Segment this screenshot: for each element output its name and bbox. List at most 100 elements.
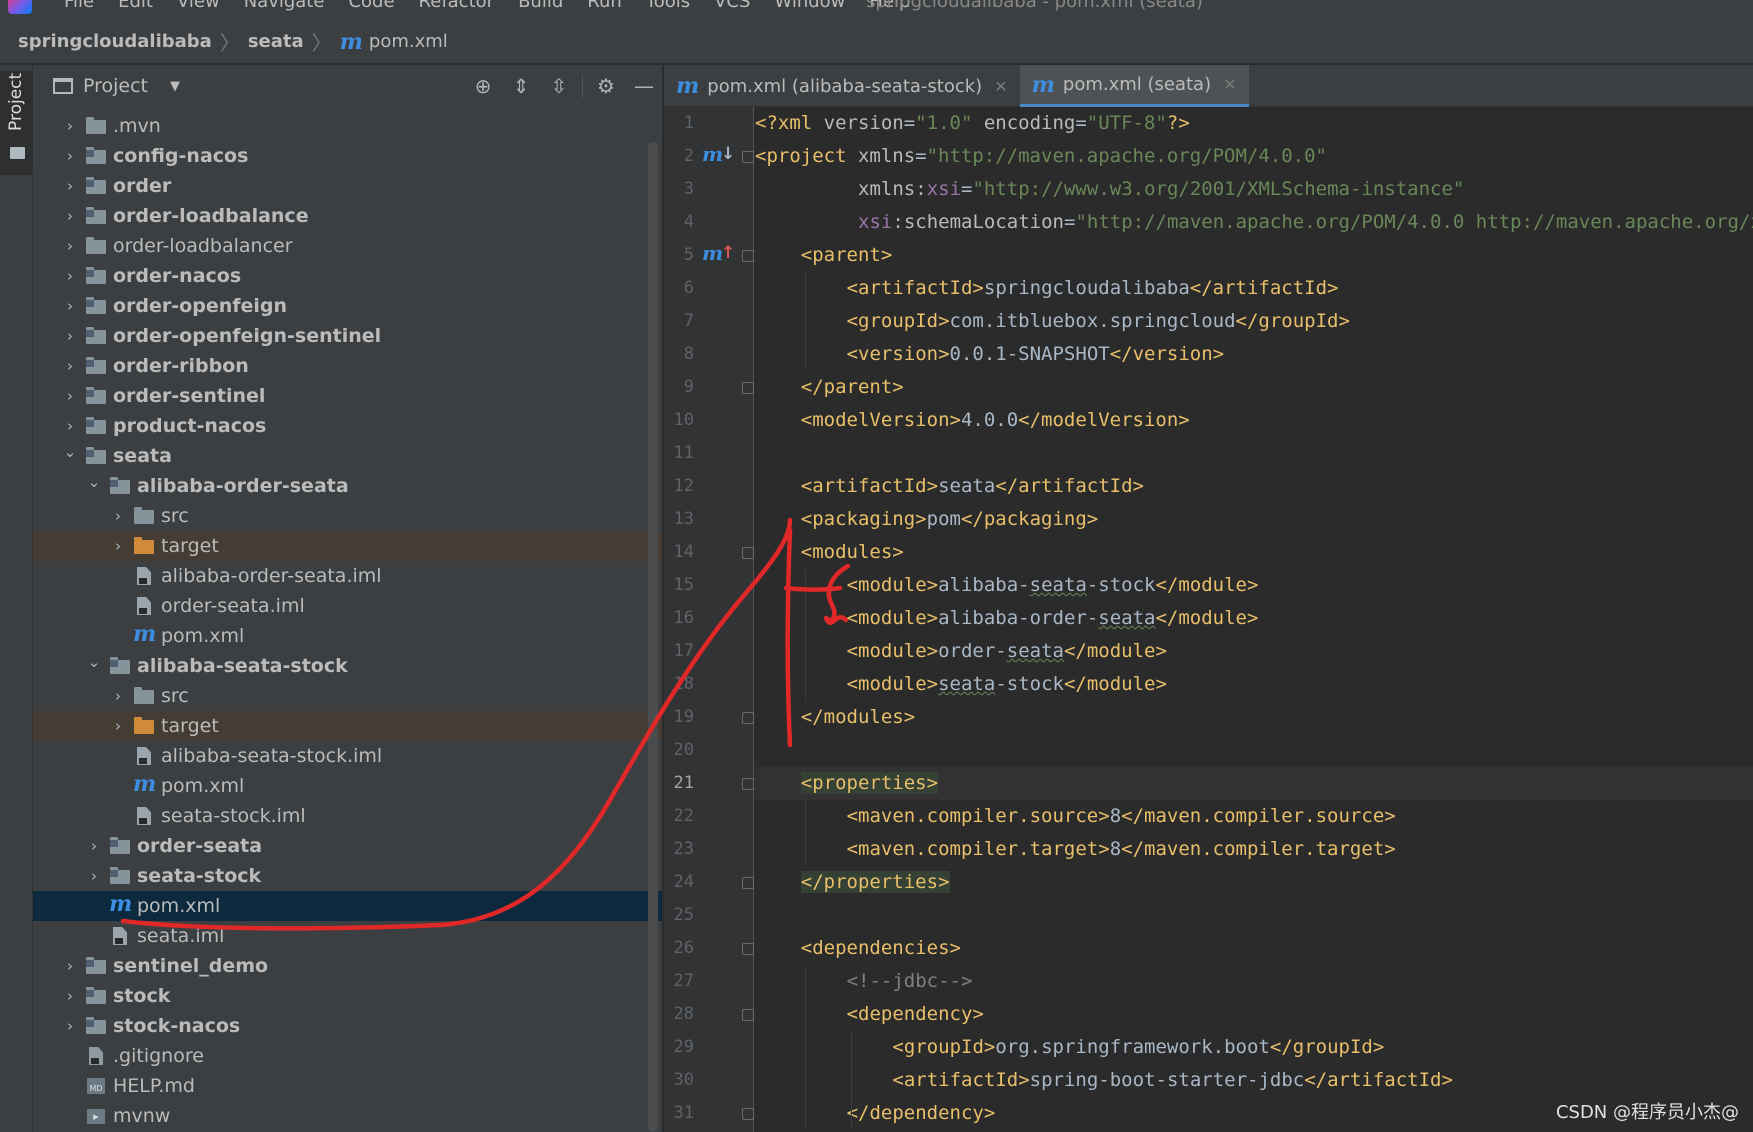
tree-item[interactable]: ⌄ seata (33, 441, 662, 471)
code-line[interactable]: <module>alibaba-order-seata</module> (755, 602, 1753, 635)
chevron-down-icon[interactable]: ⌄ (61, 443, 79, 461)
menu-refactor[interactable]: Refactor (407, 0, 507, 13)
code-line[interactable] (755, 899, 1753, 932)
code-line[interactable]: </parent> (755, 371, 1753, 404)
project-panel-title[interactable]: Project (83, 75, 148, 97)
code-line[interactable]: <module>order-seata</module> (755, 635, 1753, 668)
tree-item[interactable]: ›.gitignore (33, 1041, 662, 1071)
menu-code[interactable]: Code (336, 0, 406, 13)
fold-marker-icon[interactable] (742, 943, 754, 955)
tree-item[interactable]: › sentinel_demo (33, 951, 662, 981)
code-line[interactable]: <modelVersion>4.0.0</modelVersion> (755, 404, 1753, 437)
tree-item[interactable]: › src (33, 681, 662, 711)
menu-edit[interactable]: Edit (106, 0, 165, 13)
chevron-right-icon[interactable]: › (61, 177, 79, 195)
tree-item[interactable]: ›seata-stock.iml (33, 801, 662, 831)
chevron-right-icon[interactable]: › (61, 987, 79, 1005)
code-line[interactable]: <groupId>org.springframework.boot</group… (755, 1031, 1753, 1064)
tree-item[interactable]: ›MDHELP.md (33, 1071, 662, 1101)
code-line[interactable]: </modules> (755, 701, 1753, 734)
tree-item[interactable]: › config-nacos (33, 141, 662, 171)
tree-item[interactable]: ›mpom.xml (33, 891, 662, 921)
chevron-right-icon[interactable]: › (61, 417, 79, 435)
fold-marker-icon[interactable] (742, 1108, 754, 1120)
fold-marker-icon[interactable] (742, 712, 754, 724)
tree-item[interactable]: › stock-nacos (33, 1011, 662, 1041)
chevron-right-icon[interactable]: › (61, 267, 79, 285)
tree-item[interactable]: › seata-stock (33, 861, 662, 891)
code-line[interactable]: <?xml version="1.0" encoding="UTF-8"?> (755, 107, 1753, 140)
menu-navigate[interactable]: Navigate (232, 0, 337, 13)
tree-item[interactable]: › order-ribbon (33, 351, 662, 381)
code-line[interactable]: <dependency> (755, 998, 1753, 1031)
tree-item[interactable]: ›mpom.xml (33, 771, 662, 801)
chevron-right-icon[interactable]: › (61, 207, 79, 225)
breadcrumb-module[interactable]: seata (248, 31, 304, 52)
tree-item[interactable]: › order-nacos (33, 261, 662, 291)
breadcrumb-project[interactable]: springcloudalibaba (18, 31, 212, 52)
breadcrumb-file[interactable]: m pom.xml (340, 31, 448, 53)
code-line[interactable]: <parent> (755, 239, 1753, 272)
menu-build[interactable]: Build (506, 0, 575, 13)
chevron-right-icon[interactable]: › (109, 507, 127, 525)
code-line[interactable]: <!--jdbc--> (755, 965, 1753, 998)
tree-item[interactable]: › product-nacos (33, 411, 662, 441)
tree-item[interactable]: ›order-seata.iml (33, 591, 662, 621)
tree-item[interactable]: ›seata.iml (33, 921, 662, 951)
editor-tab[interactable]: m pom.xml (seata) ✕ (1019, 65, 1249, 107)
chevron-right-icon[interactable]: › (109, 717, 127, 735)
chevron-down-icon[interactable]: ⌄ (85, 653, 103, 671)
gear-icon[interactable]: ⚙ (587, 74, 625, 98)
menu-file[interactable]: File (52, 0, 106, 13)
tree-item[interactable]: › stock (33, 981, 662, 1011)
fold-marker-icon[interactable] (742, 250, 754, 262)
project-tool-window-button[interactable]: Project (0, 71, 33, 175)
code-line[interactable]: xsi:schemaLocation="http://maven.apache.… (755, 206, 1753, 239)
tree-item[interactable]: ›mpom.xml (33, 621, 662, 651)
chevron-right-icon[interactable]: › (61, 147, 79, 165)
tree-item[interactable]: › order-sentinel (33, 381, 662, 411)
chevron-right-icon[interactable]: › (61, 957, 79, 975)
code-line[interactable] (755, 437, 1753, 470)
code-line[interactable]: <packaging>pom</packaging> (755, 503, 1753, 536)
tree-item[interactable]: ›alibaba-order-seata.iml (33, 561, 662, 591)
code-line[interactable]: <artifactId>seata</artifactId> (755, 470, 1753, 503)
code-line[interactable] (755, 734, 1753, 767)
fold-marker-icon[interactable] (742, 778, 754, 790)
fold-marker-icon[interactable] (742, 1009, 754, 1021)
fold-marker-icon[interactable] (742, 547, 754, 559)
chevron-down-icon[interactable]: ⌄ (85, 473, 103, 491)
tree-item[interactable]: › target (33, 531, 662, 561)
menu-tools[interactable]: Tools (634, 0, 702, 13)
chevron-right-icon[interactable]: › (109, 537, 127, 555)
chevron-right-icon[interactable]: › (61, 297, 79, 315)
tree-item[interactable]: › target (33, 711, 662, 741)
tree-item[interactable]: › .mvn (33, 111, 662, 141)
tree-item[interactable]: › order-loadbalancer (33, 231, 662, 261)
chevron-down-icon[interactable]: ▼ (170, 79, 180, 94)
fold-marker-icon[interactable] (742, 382, 754, 394)
menu-vcs[interactable]: VCS (702, 0, 762, 13)
code-line[interactable]: <modules> (755, 536, 1753, 569)
fold-marker-icon[interactable] (742, 877, 754, 889)
code-line[interactable]: xmlns:xsi="http://www.w3.org/2001/XMLSch… (755, 173, 1753, 206)
menu-window[interactable]: Window (762, 0, 857, 13)
tree-item[interactable]: ⌄ alibaba-seata-stock (33, 651, 662, 681)
tree-item[interactable]: › order-loadbalance (33, 201, 662, 231)
chevron-right-icon[interactable]: › (85, 837, 103, 855)
code-line[interactable]: <module>alibaba-seata-stock</module> (755, 569, 1753, 602)
chevron-right-icon[interactable]: › (61, 1017, 79, 1035)
minimize-icon[interactable]: — (625, 74, 662, 98)
chevron-right-icon[interactable]: › (61, 327, 79, 345)
chevron-right-icon[interactable]: › (61, 387, 79, 405)
maven-navigate-up-icon[interactable]: m ↑ (702, 243, 735, 264)
locate-icon[interactable]: ⊕ (464, 74, 502, 98)
code-line[interactable]: <maven.compiler.source>8</maven.compiler… (755, 800, 1753, 833)
editor-tab[interactable]: m pom.xml (alibaba-seata-stock) ✕ (664, 65, 1020, 107)
code-line[interactable]: <version>0.0.1-SNAPSHOT</version> (755, 338, 1753, 371)
maven-navigate-down-icon[interactable]: m ↓ (702, 144, 735, 165)
expand-all-icon[interactable]: ⇕ (502, 74, 540, 98)
tree-item[interactable]: › order-openfeign-sentinel (33, 321, 662, 351)
chevron-right-icon[interactable]: › (61, 357, 79, 375)
tree-item[interactable]: › order-openfeign (33, 291, 662, 321)
